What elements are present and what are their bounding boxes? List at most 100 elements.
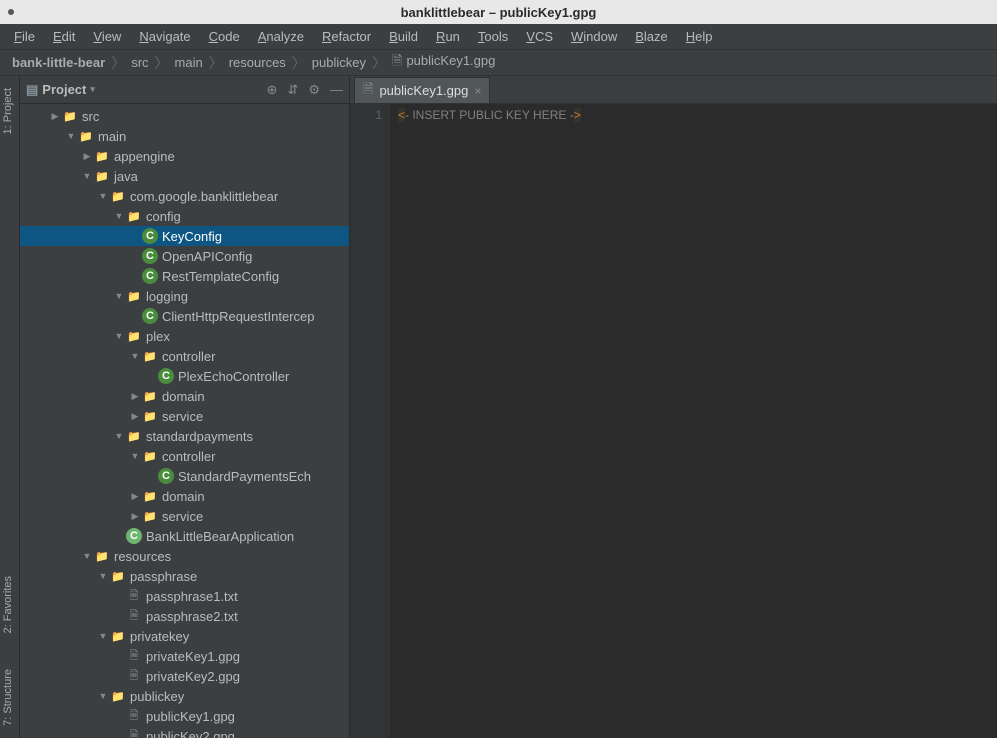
tree-label: standardpayments xyxy=(146,429,253,444)
tree-arrow-icon[interactable]: ▶ xyxy=(80,151,94,162)
tree-item[interactable]: 🗎privateKey1.gpg xyxy=(20,646,349,666)
tree-arrow-icon[interactable]: ▼ xyxy=(96,571,110,581)
tree-item[interactable]: 🗎passphrase2.txt xyxy=(20,606,349,626)
tree-arrow-icon[interactable]: ▼ xyxy=(80,551,94,561)
project-icon: ▤ xyxy=(26,82,38,98)
tree-arrow-icon[interactable]: ▼ xyxy=(128,351,142,361)
menu-vcs[interactable]: VCS xyxy=(518,27,561,46)
tree-item[interactable]: 🗎publicKey2.gpg xyxy=(20,726,349,738)
menu-refactor[interactable]: Refactor xyxy=(314,27,379,46)
tree-arrow-icon[interactable]: ▼ xyxy=(64,131,78,141)
tree-item[interactable]: ▼📁java xyxy=(20,166,349,186)
tree-label: publickey xyxy=(130,689,184,704)
tree-label: config xyxy=(146,209,181,224)
title-bar: banklittlebear – publicKey1.gpg xyxy=(0,0,997,24)
tree-label: KeyConfig xyxy=(162,229,222,244)
sidebar-title: Project xyxy=(42,82,86,97)
menu-blaze[interactable]: Blaze xyxy=(627,27,676,46)
code-editor[interactable]: 1 <- INSERT PUBLIC KEY HERE -> xyxy=(350,104,997,738)
tool-tab-project[interactable]: 1: Project xyxy=(0,80,19,142)
tree-item[interactable]: ▼📁logging xyxy=(20,286,349,306)
menu-navigate[interactable]: Navigate xyxy=(131,27,198,46)
menu-run[interactable]: Run xyxy=(428,27,468,46)
tree-item[interactable]: CStandardPaymentsEch xyxy=(20,466,349,486)
tree-arrow-icon[interactable]: ▼ xyxy=(96,691,110,701)
collapse-all-icon[interactable]: ⇵ xyxy=(287,82,298,98)
tree-item[interactable]: CKeyConfig xyxy=(20,226,349,246)
tree-item[interactable]: CPlexEchoController xyxy=(20,366,349,386)
tree-arrow-icon[interactable]: ▼ xyxy=(112,211,126,221)
menu-tools[interactable]: Tools xyxy=(470,27,516,46)
tree-item[interactable]: ▶📁src xyxy=(20,106,349,126)
menu-build[interactable]: Build xyxy=(381,27,426,46)
scroll-from-source-icon[interactable]: ⊕ xyxy=(267,82,278,98)
tree-item[interactable]: ▼📁com.google.banklittlebear xyxy=(20,186,349,206)
file-icon: 🗎 xyxy=(126,588,142,604)
tree-item[interactable]: 🗎privateKey2.gpg xyxy=(20,666,349,686)
tree-label: domain xyxy=(162,389,205,404)
project-tree[interactable]: ▶📁src▼📁main▶📁appengine▼📁java▼📁com.google… xyxy=(20,104,349,738)
code-content[interactable]: <- INSERT PUBLIC KEY HERE -> xyxy=(390,104,997,738)
tree-item[interactable]: ▼📁standardpayments xyxy=(20,426,349,446)
editor-tab[interactable]: 🗎 publicKey1.gpg × xyxy=(354,77,490,103)
menu-code[interactable]: Code xyxy=(201,27,248,46)
hide-icon[interactable]: — xyxy=(330,82,343,98)
tree-item[interactable]: ▼📁main xyxy=(20,126,349,146)
tree-item[interactable]: ▶📁domain xyxy=(20,486,349,506)
menu-file[interactable]: File xyxy=(6,27,43,46)
tool-tab-favorites[interactable]: 2: Favorites xyxy=(0,568,19,641)
tree-arrow-icon[interactable]: ▶ xyxy=(128,491,142,502)
tree-arrow-icon[interactable]: ▼ xyxy=(112,331,126,341)
tree-item[interactable]: ▼📁plex xyxy=(20,326,349,346)
breadcrumb-item[interactable]: 🗎publicKey1.gpg xyxy=(388,52,499,74)
breadcrumb-separator: 〉 xyxy=(153,53,171,73)
tree-arrow-icon[interactable]: ▶ xyxy=(48,111,62,122)
menu-edit[interactable]: Edit xyxy=(45,27,83,46)
tree-item[interactable]: CRestTemplateConfig xyxy=(20,266,349,286)
tree-item[interactable]: ▼📁config xyxy=(20,206,349,226)
breadcrumb-item[interactable]: bank-little-bear xyxy=(8,55,109,70)
code-line[interactable]: <- INSERT PUBLIC KEY HERE -> xyxy=(398,108,997,125)
tree-label: src xyxy=(82,109,99,124)
tree-item[interactable]: ▶📁service xyxy=(20,406,349,426)
tree-item[interactable]: ▼📁controller xyxy=(20,446,349,466)
breadcrumb-item[interactable]: publickey xyxy=(308,55,370,70)
tree-item[interactable]: ▶📁domain xyxy=(20,386,349,406)
breadcrumb-item[interactable]: resources xyxy=(225,55,290,70)
tool-tab-structure[interactable]: 7: Structure xyxy=(0,661,19,734)
tree-item[interactable]: 🗎passphrase1.txt xyxy=(20,586,349,606)
tree-arrow-icon[interactable]: ▶ xyxy=(128,411,142,422)
menu-view[interactable]: View xyxy=(85,27,129,46)
package-icon: 📁 xyxy=(110,188,126,204)
tree-item[interactable]: COpenAPIConfig xyxy=(20,246,349,266)
tree-item[interactable]: ▶📁service xyxy=(20,506,349,526)
tree-arrow-icon[interactable]: ▶ xyxy=(128,391,142,402)
tree-label: ClientHttpRequestIntercep xyxy=(162,309,314,324)
breadcrumb-item[interactable]: main xyxy=(171,55,207,70)
tree-item[interactable]: ▼📁publickey xyxy=(20,686,349,706)
tree-item[interactable]: ▼📁resources xyxy=(20,546,349,566)
tree-item[interactable]: CClientHttpRequestIntercep xyxy=(20,306,349,326)
tree-arrow-icon[interactable]: ▼ xyxy=(112,431,126,441)
class-icon: C xyxy=(158,468,174,484)
menu-help[interactable]: Help xyxy=(678,27,721,46)
tree-item[interactable]: CBankLittleBearApplication xyxy=(20,526,349,546)
settings-icon[interactable]: ⚙ xyxy=(308,82,320,98)
tree-arrow-icon[interactable]: ▼ xyxy=(96,191,110,201)
dropdown-icon[interactable]: ▾ xyxy=(90,84,95,95)
tree-arrow-icon[interactable]: ▼ xyxy=(112,291,126,301)
tree-item[interactable]: 🗎publicKey1.gpg xyxy=(20,706,349,726)
tree-arrow-icon[interactable]: ▼ xyxy=(96,631,110,641)
tree-item[interactable]: ▶📁appengine xyxy=(20,146,349,166)
tree-arrow-icon[interactable]: ▶ xyxy=(128,511,142,522)
tab-close-icon[interactable]: × xyxy=(474,84,481,98)
menu-window[interactable]: Window xyxy=(563,27,625,46)
tree-item[interactable]: ▼📁passphrase xyxy=(20,566,349,586)
tree-item[interactable]: ▼📁controller xyxy=(20,346,349,366)
tree-label: publicKey2.gpg xyxy=(146,729,235,738)
menu-analyze[interactable]: Analyze xyxy=(250,27,312,46)
breadcrumb-item[interactable]: src xyxy=(127,55,152,70)
tree-arrow-icon[interactable]: ▼ xyxy=(80,171,94,181)
tree-item[interactable]: ▼📁privatekey xyxy=(20,626,349,646)
tree-arrow-icon[interactable]: ▼ xyxy=(128,451,142,461)
